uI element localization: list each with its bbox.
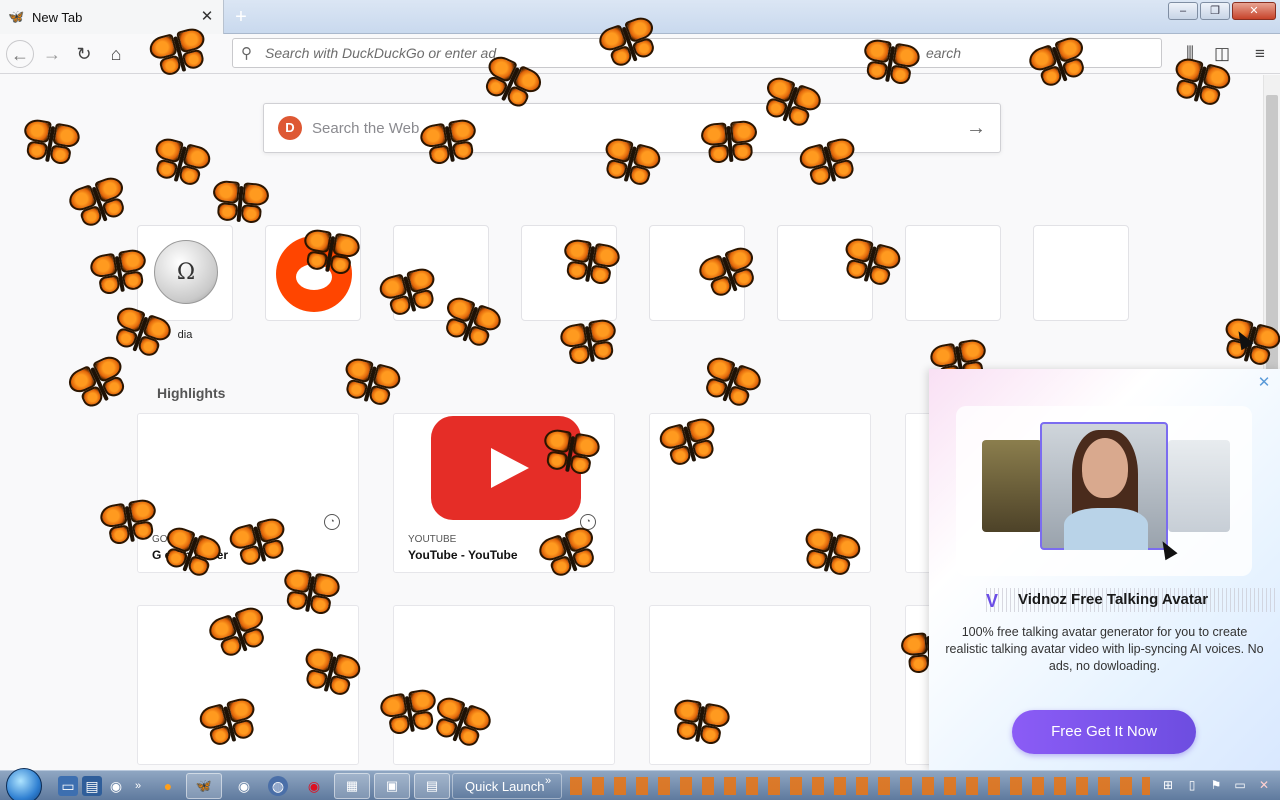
avatar-thumbnail-mona-lisa	[982, 440, 1042, 532]
url-bar[interactable]: ⚲ Search with DuckDuckGo or enter ad ear…	[232, 38, 1162, 68]
butterfly-icon	[698, 117, 762, 172]
flag-icon[interactable]: ⚑	[1208, 777, 1224, 793]
highlight-card-empty[interactable]	[393, 605, 615, 765]
home-button[interactable]: ⌂	[102, 40, 130, 68]
ad-title: Vidnoz Free Talking Avatar	[1018, 591, 1209, 608]
restore-button[interactable]: ❐	[1200, 2, 1230, 20]
app-icon[interactable]: ◉	[304, 776, 324, 796]
butterfly-tray-strip	[570, 777, 1150, 795]
vidnoz-ad-popup: ✕ V Vidnoz Free Talking Avatar 100% free…	[929, 369, 1280, 770]
taskbar-app-butterfly[interactable]: 🦋	[186, 773, 222, 799]
start-button[interactable]	[6, 768, 42, 800]
back-button[interactable]: ←	[6, 40, 34, 68]
windows-flag-icon[interactable]: ⊞	[1160, 777, 1176, 793]
butterfly-icon	[416, 115, 484, 175]
butterfly-icon	[296, 225, 364, 285]
butterfly-icon	[666, 695, 734, 755]
window-controls: – ❐ ✕	[1168, 2, 1276, 20]
butterfly-icon	[276, 565, 344, 625]
butterfly-icon	[536, 425, 604, 485]
butterfly-icon	[96, 495, 164, 555]
ad-description: 100% free talking avatar generator for y…	[945, 625, 1264, 673]
quick-launch-chevron-icon[interactable]: »	[545, 775, 551, 787]
avatar-main-woman	[1040, 422, 1168, 550]
close-window-button[interactable]: ✕	[1232, 2, 1276, 20]
minimize-button[interactable]: –	[1168, 2, 1198, 20]
show-desktop-icon[interactable]: ▭	[58, 776, 78, 796]
butterfly-icon	[556, 235, 624, 295]
search-submit-arrow-icon[interactable]: →	[966, 117, 986, 140]
chrome-icon[interactable]: ◉	[106, 776, 126, 796]
tab-title: New Tab	[32, 9, 83, 25]
avatar-preview	[956, 406, 1276, 612]
top-site-wikipedia[interactable]: Ω	[137, 225, 233, 321]
taskbar: ▭ ▤ ◉ » ● 🦋 ◉ ◍ ◉ ▦ ▣ ▤ Quick Launch » ⊞…	[0, 768, 1280, 800]
free-get-it-now-button[interactable]: Free Get It Now	[1012, 710, 1196, 754]
new-tab-button[interactable]: +	[228, 4, 254, 30]
firefox-icon[interactable]: ●	[158, 776, 178, 796]
top-site-empty[interactable]	[1033, 225, 1129, 321]
card-title: YouTube - YouTube	[408, 548, 518, 562]
explorer-icon[interactable]: ▤	[82, 776, 102, 796]
butterfly-icon: 🦋	[8, 9, 25, 24]
search-icon: ⚲	[241, 45, 252, 62]
taskbar-app[interactable]: ▦	[334, 773, 370, 799]
taskbar-app[interactable]: ▤	[414, 773, 450, 799]
network-icon[interactable]: ▭	[1232, 777, 1248, 793]
taskbar-app[interactable]: ▣	[374, 773, 410, 799]
menu-button[interactable]: ≡	[1246, 40, 1274, 68]
reload-button[interactable]: ↻	[70, 40, 98, 68]
duckduckgo-icon: D	[278, 116, 302, 140]
butterfly-icon	[86, 245, 154, 305]
butterfly-icon	[856, 35, 924, 95]
document-icon[interactable]: ▯	[1184, 777, 1200, 793]
url-search-hint: earch	[925, 45, 961, 61]
search-placeholder: Search the Web	[312, 119, 420, 137]
highlights-title: Highlights	[157, 385, 226, 401]
vidnoz-logo-icon: V	[986, 591, 999, 611]
card-source: YOUTUBE	[408, 534, 457, 545]
url-placeholder: Search with DuckDuckGo or enter ad	[265, 45, 497, 61]
top-site-empty[interactable]	[905, 225, 1001, 321]
ad-close-button[interactable]: ✕	[1256, 375, 1272, 391]
clock-icon: ◔	[324, 514, 340, 530]
quicklaunch-chevron-icon[interactable]: »	[128, 776, 148, 796]
forward-button[interactable]: →	[38, 40, 66, 68]
butterfly-icon	[16, 115, 84, 175]
butterfly-icon	[208, 177, 272, 232]
wikipedia-globe-icon: Ω	[154, 240, 218, 304]
volume-muted-icon[interactable]: ✕	[1256, 777, 1272, 793]
chrome-icon[interactable]: ◉	[234, 776, 254, 796]
butterfly-icon	[556, 315, 624, 375]
avatar-thumbnail-man	[1168, 440, 1230, 532]
app-icon[interactable]: ◍	[268, 776, 288, 796]
